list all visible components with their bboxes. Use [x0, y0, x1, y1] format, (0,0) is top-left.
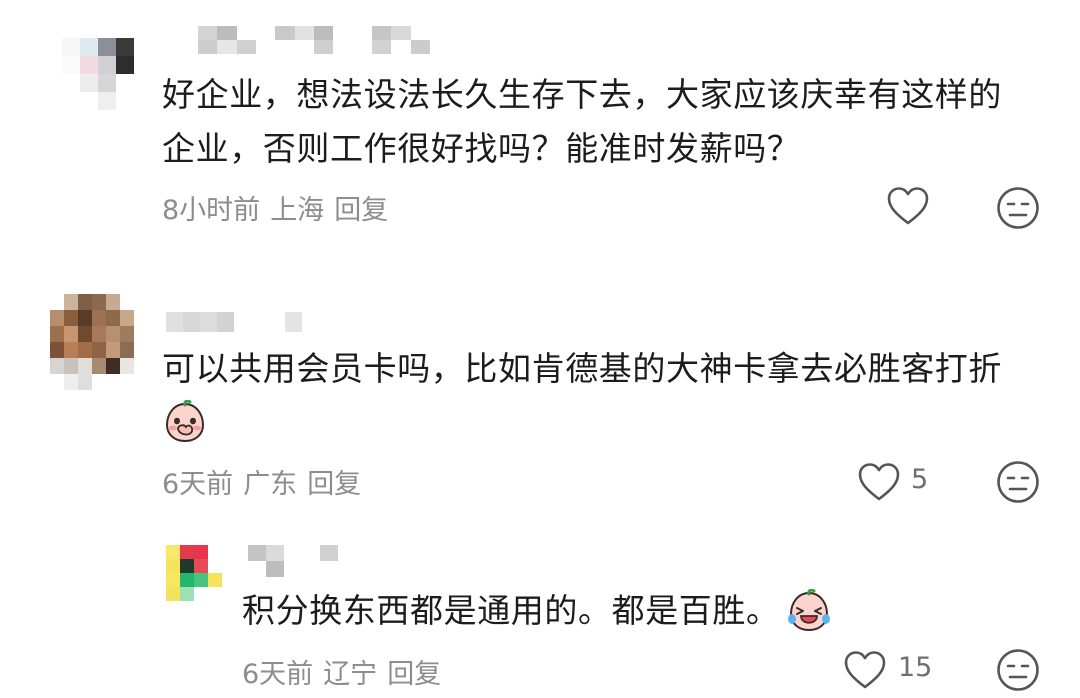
comment-meta: 6天前 辽宁 回复 — [242, 652, 451, 691]
comment-text-line: 企业，否则工作很好找吗？能准时发薪吗？ — [162, 129, 801, 168]
covering-mouth-peach-emoji — [162, 399, 208, 448]
avatar[interactable] — [50, 294, 134, 390]
like-count: 5 — [911, 464, 929, 495]
comment-location: 上海 — [270, 195, 325, 226]
neutral-face-icon[interactable] — [996, 186, 1040, 230]
avatar[interactable] — [166, 545, 236, 615]
comment-text: 好企业，想法设法长久生存下去，大家应该庆幸有这样的 企业，否则工作很好找吗？能准… — [162, 68, 1002, 176]
comment-time: 8小时前 — [162, 195, 261, 226]
username[interactable] — [248, 545, 338, 577]
reply-button[interactable]: 回复 — [387, 659, 441, 690]
heart-outline-icon[interactable] — [843, 650, 887, 690]
comment-text-line: 好企业，想法设法长久生存下去，大家应该庆幸有这样的 — [162, 75, 1002, 114]
comment-location: 辽宁 — [323, 659, 378, 690]
comment-text-line: 积分换东西都是通用的。都是百胜。 — [242, 591, 780, 630]
comment-text-line: 可以共用会员卡吗，比如肯德基的大神卡拿去必胜客打折 — [162, 349, 1002, 388]
comment-time: 6天前 — [242, 659, 314, 690]
neutral-face-icon[interactable] — [996, 460, 1040, 504]
comment-time: 6天前 — [162, 469, 234, 500]
like-count: 15 — [898, 652, 933, 683]
heart-outline-icon[interactable] — [857, 462, 901, 502]
comment-meta: 6天前 广东 回复 — [162, 462, 371, 501]
username[interactable] — [166, 312, 302, 332]
heart-outline-icon[interactable] — [886, 186, 930, 226]
laugh-crying-peach-emoji — [786, 589, 832, 633]
neutral-face-icon[interactable] — [996, 648, 1040, 692]
reply-button[interactable]: 回复 — [334, 195, 388, 226]
avatar[interactable] — [62, 38, 134, 110]
comment-meta: 8小时前 上海 回复 — [162, 188, 398, 227]
comment-text: 积分换东西都是通用的。都是百胜。 — [242, 584, 832, 638]
comment-text: 可以共用会员卡吗，比如肯德基的大神卡拿去必胜客打折 — [162, 342, 1002, 396]
reply-button[interactable]: 回复 — [307, 469, 361, 500]
comment-location: 广东 — [243, 469, 298, 500]
username[interactable] — [198, 26, 430, 54]
